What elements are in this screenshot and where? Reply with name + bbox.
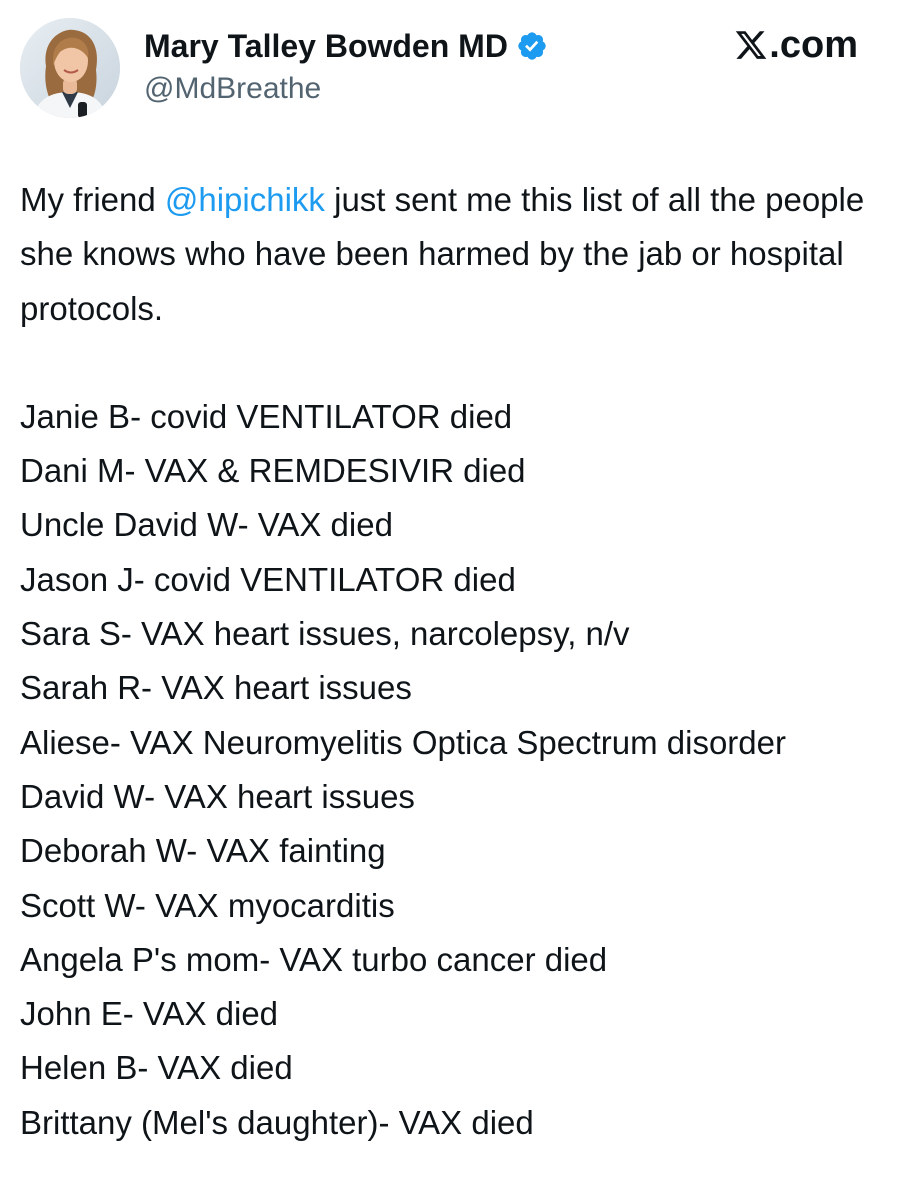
list-item: Helen B- VAX died: [20, 1049, 293, 1087]
list-item: David W- VAX heart issues: [20, 777, 415, 815]
tweet-intro: My friend @hipichikk just sent me this l…: [20, 173, 882, 336]
list-item: Sarah R- VAX heart issues: [20, 669, 412, 707]
site-suffix: .com: [769, 24, 858, 66]
list-item: John E- VAX died: [20, 995, 279, 1033]
tweet-text: My friend @hipichikk just sent me this l…: [20, 173, 882, 1150]
list-item: Uncle David W- VAX died: [20, 506, 393, 544]
list-item: Janie B- covid VENTILATOR died: [20, 397, 513, 435]
author-handle[interactable]: @MdBreathe: [144, 70, 321, 108]
harm-list: Janie B- covid VENTILATOR died Dani M- V…: [20, 390, 882, 1150]
profile-photo: [20, 18, 120, 118]
list-item: Dani M- VAX & REMDESIVIR died: [20, 452, 526, 490]
verified-badge-icon: [516, 30, 548, 62]
list-item: Deborah W- VAX fainting: [20, 832, 386, 870]
intro-text-before-mention: My friend: [20, 181, 165, 218]
mention-link[interactable]: @hipichikk: [165, 181, 325, 218]
author-name-row[interactable]: Mary Talley Bowden MD: [144, 26, 548, 66]
tweet-header: Mary Talley Bowden MD @MdBreathe .com: [20, 18, 882, 118]
display-name[interactable]: Mary Talley Bowden MD: [144, 26, 508, 66]
list-item: Aliese- VAX Neuromyelitis Optica Spectru…: [20, 723, 786, 761]
list-item: Brittany (Mel's daughter)- VAX died: [20, 1103, 534, 1141]
x-logo-icon: [734, 28, 768, 62]
list-item: Sara S- VAX heart issues, narcolepsy, n/…: [20, 615, 630, 653]
list-item: Scott W- VAX myocarditis: [20, 886, 395, 924]
list-item: Angela P's mom- VAX turbo cancer died: [20, 940, 608, 978]
site-mark: .com: [734, 22, 858, 68]
list-item: Jason J- covid VENTILATOR died: [20, 560, 516, 598]
avatar[interactable]: [20, 18, 120, 118]
